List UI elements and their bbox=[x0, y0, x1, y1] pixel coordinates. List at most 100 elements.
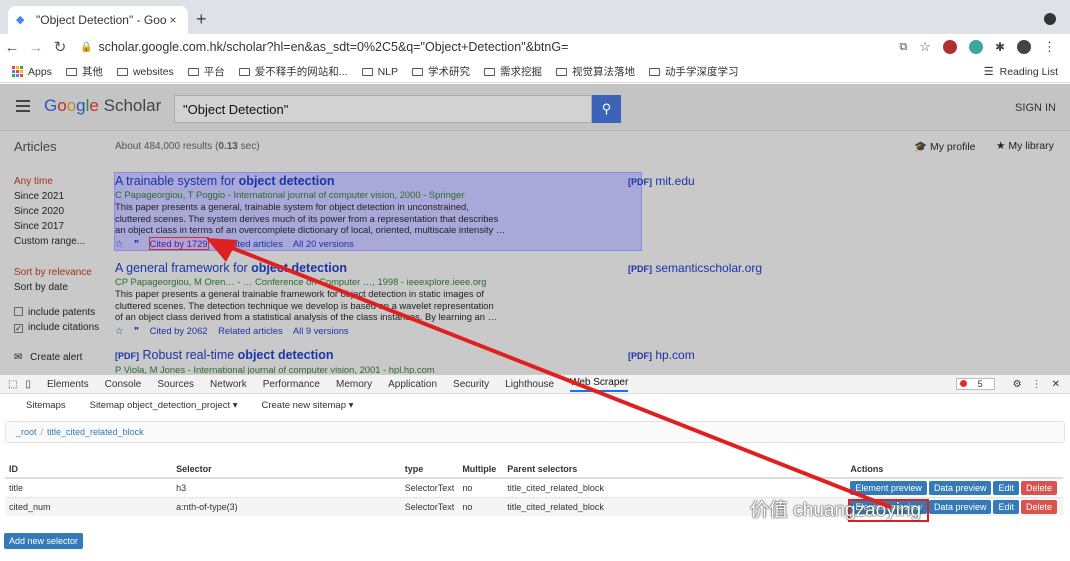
forward-icon[interactable]: → bbox=[24, 39, 48, 56]
folder-icon bbox=[556, 67, 567, 76]
all-versions-link[interactable]: All 9 versions bbox=[293, 325, 349, 336]
include-citations-checkbox[interactable]: ✓ include citations bbox=[14, 320, 99, 335]
extension-k-icon[interactable] bbox=[942, 40, 957, 54]
cell-multiple: no bbox=[458, 497, 504, 516]
breadcrumb-current[interactable]: title_cited_related_block bbox=[47, 427, 144, 437]
bookmark-folder[interactable]: websites bbox=[116, 66, 174, 78]
bookmark-star-icon[interactable]: ☆ bbox=[919, 39, 931, 55]
devtools-tab-network[interactable]: Network bbox=[210, 379, 247, 390]
bookmark-folder[interactable]: 其他 bbox=[65, 64, 103, 79]
include-citations-label: include citations bbox=[28, 322, 100, 333]
create-alert-link[interactable]: ✉ Create alert bbox=[14, 350, 99, 365]
error-count-badge[interactable]: 5 bbox=[955, 378, 995, 390]
related-articles-link[interactable]: Related articles bbox=[218, 325, 283, 336]
folder-icon bbox=[116, 67, 128, 76]
devtools-tab-web-scraper[interactable]: Web Scraper bbox=[570, 377, 629, 392]
chrome-menu-icon[interactable]: ⋮ bbox=[1043, 39, 1056, 55]
hamburger-menu-icon[interactable] bbox=[16, 100, 30, 112]
search-button[interactable]: ⚲ bbox=[592, 95, 621, 123]
devtools-tab-performance[interactable]: Performance bbox=[263, 379, 320, 390]
result-title[interactable]: A general framework for object detection bbox=[115, 261, 515, 276]
filter-any-time[interactable]: Any time bbox=[14, 174, 99, 189]
bookmark-folder[interactable]: 视觉算法落地 bbox=[556, 64, 635, 79]
bookmark-folder[interactable]: 需求挖掘 bbox=[484, 64, 542, 79]
element-preview-button[interactable]: Element preview bbox=[850, 481, 927, 495]
cited-by-link[interactable]: Cited by 1729 bbox=[148, 237, 209, 251]
filter-since-2017[interactable]: Since 2017 bbox=[14, 219, 99, 234]
extension-wheel-icon[interactable] bbox=[968, 40, 983, 54]
search-input[interactable]: "Object Detection" bbox=[174, 95, 592, 123]
all-versions-link[interactable]: All 20 versions bbox=[293, 238, 354, 249]
browser-tab[interactable]: ◆ "Object Detection" - Google Sc × bbox=[8, 6, 188, 34]
filter-custom-range[interactable]: Custom range... bbox=[14, 234, 99, 249]
cited-by-link[interactable]: Cited by 2062 bbox=[150, 325, 208, 336]
back-icon[interactable]: ← bbox=[0, 39, 24, 56]
address-bar[interactable]: 🔒 scholar.google.com.hk/scholar?hl=en&as… bbox=[80, 40, 899, 54]
cite-quote-icon[interactable]: ❞ bbox=[134, 238, 139, 249]
edit-button[interactable]: Edit bbox=[993, 500, 1019, 514]
nav-create-sitemap[interactable]: Create new sitemap ▾ bbox=[262, 400, 354, 411]
cite-quote-icon[interactable]: ❞ bbox=[134, 325, 139, 336]
browser-menu-dot-icon[interactable] bbox=[1044, 13, 1056, 25]
filter-since-2020[interactable]: Since 2020 bbox=[14, 204, 99, 219]
data-preview-button[interactable]: Data preview bbox=[928, 500, 992, 514]
my-library-link[interactable]: ★ My library bbox=[996, 140, 1054, 152]
result-title[interactable]: A trainable system for object detection bbox=[115, 174, 515, 189]
result-title[interactable]: [PDF] Robust real-time object detection bbox=[115, 348, 515, 364]
devtools-tab-memory[interactable]: Memory bbox=[336, 379, 372, 390]
my-profile-label: My profile bbox=[930, 141, 976, 153]
data-preview-button[interactable]: Data preview bbox=[928, 481, 992, 495]
nav-sitemaps[interactable]: Sitemaps bbox=[26, 400, 66, 411]
close-devtools-icon[interactable]: ✕ bbox=[1052, 379, 1060, 390]
pdf-link[interactable]: [PDF] mit.edu bbox=[628, 174, 695, 188]
sign-in-link[interactable]: SIGN IN bbox=[1015, 102, 1056, 114]
device-toggle-icon[interactable]: ▯ bbox=[25, 379, 31, 390]
my-profile-link[interactable]: 🎓 My profile bbox=[914, 140, 976, 153]
nav-sitemap-dropdown[interactable]: Sitemap object_detection_project ▾ bbox=[90, 400, 238, 411]
new-tab-button[interactable]: + bbox=[196, 10, 207, 28]
translate-icon[interactable]: ⧉ bbox=[899, 41, 907, 54]
bookmark-folder[interactable]: 爱不释手的网站和... bbox=[238, 64, 348, 79]
save-star-icon[interactable]: ☆ bbox=[115, 238, 123, 249]
bookmark-folder[interactable]: NLP bbox=[361, 65, 398, 78]
profile-avatar-icon[interactable] bbox=[1017, 40, 1031, 54]
filters-sidebar: Any time Since 2021 Since 2020 Since 201… bbox=[14, 174, 99, 365]
bookmark-apps[interactable]: Apps bbox=[12, 66, 52, 78]
devtools-tab-sources[interactable]: Sources bbox=[157, 379, 194, 390]
related-articles-link[interactable]: Related articles bbox=[218, 238, 283, 249]
edit-button[interactable]: Edit bbox=[993, 481, 1019, 495]
devtools-menu-icon[interactable]: ⋮ bbox=[1032, 379, 1042, 390]
google-scholar-logo[interactable]: Google Scholar bbox=[44, 96, 161, 116]
bookmark-folder[interactable]: 平台 bbox=[187, 64, 225, 79]
reload-icon[interactable]: ↻ bbox=[48, 38, 72, 56]
cell-id: cited_num bbox=[5, 497, 173, 516]
close-tab-icon[interactable]: × bbox=[166, 13, 180, 27]
settings-gear-icon[interactable]: ⚙ bbox=[1013, 379, 1022, 390]
devtools-tab-lighthouse[interactable]: Lighthouse bbox=[505, 379, 554, 390]
devtools-tab-application[interactable]: Application bbox=[388, 379, 437, 390]
bookmark-label: NLP bbox=[377, 65, 398, 78]
bookmark-folder[interactable]: 学术研究 bbox=[412, 64, 470, 79]
sort-by-date[interactable]: Sort by date bbox=[14, 280, 99, 295]
bookmark-label: 需求挖掘 bbox=[500, 66, 542, 78]
sort-by-relevance[interactable]: Sort by relevance bbox=[14, 265, 99, 280]
devtools-tab-console[interactable]: Console bbox=[105, 379, 142, 390]
reading-list[interactable]: ☰ Reading List bbox=[984, 65, 1058, 79]
devtools-tab-security[interactable]: Security bbox=[453, 379, 489, 390]
pdf-link[interactable]: [PDF] semanticscholar.org bbox=[628, 261, 762, 275]
bookmark-folder[interactable]: 动手学深度学习 bbox=[649, 64, 739, 79]
add-new-selector-button[interactable]: Add new selector bbox=[4, 533, 84, 549]
save-star-icon[interactable]: ☆ bbox=[115, 325, 123, 336]
breadcrumb-root[interactable]: _root bbox=[16, 427, 37, 437]
filter-since-2021[interactable]: Since 2021 bbox=[14, 189, 99, 204]
inspect-element-icon[interactable]: ⬚ bbox=[8, 379, 17, 390]
pdf-link[interactable]: [PDF] hp.com bbox=[628, 348, 695, 362]
delete-button[interactable]: Delete bbox=[1020, 481, 1057, 495]
delete-button[interactable]: Delete bbox=[1020, 500, 1057, 514]
result-snippet-line: This paper presents a general trainable … bbox=[115, 287, 484, 299]
extensions-puzzle-icon[interactable]: ✱ bbox=[995, 40, 1005, 54]
include-patents-checkbox[interactable]: include patents bbox=[14, 305, 99, 320]
result-title-bold: object detection bbox=[237, 348, 334, 362]
pdf-site: mit.edu bbox=[655, 174, 695, 188]
devtools-tab-elements[interactable]: Elements bbox=[47, 379, 89, 390]
